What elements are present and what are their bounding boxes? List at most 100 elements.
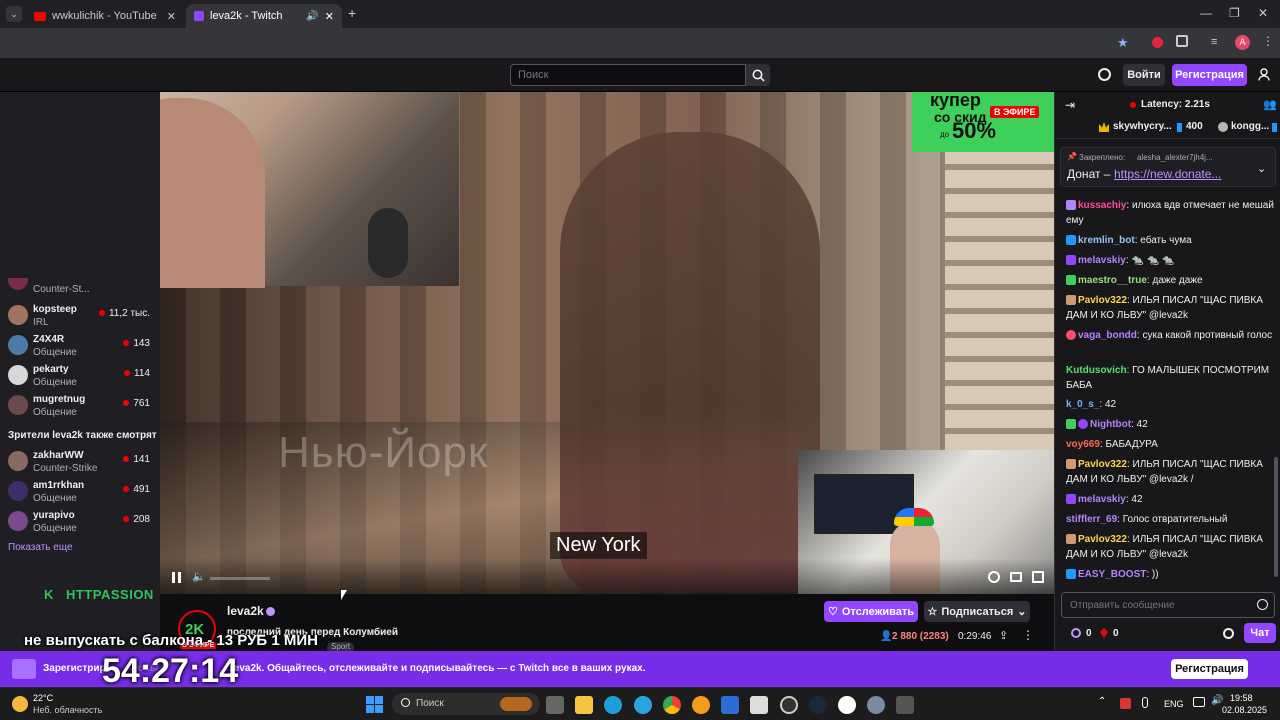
- prime-crown-icon[interactable]: [1098, 68, 1111, 81]
- search-icon: [752, 69, 765, 82]
- microphone-icon[interactable]: [1142, 697, 1148, 708]
- app-icon-doc[interactable]: [750, 696, 768, 714]
- banner-signup-button[interactable]: Регистрация: [1171, 659, 1248, 679]
- chat-username[interactable]: stifflerr_69: [1066, 514, 1117, 525]
- profile-avatar[interactable]: A: [1235, 35, 1250, 50]
- chat-settings-icon[interactable]: [1223, 628, 1234, 639]
- chat-username[interactable]: Pavlov322: [1078, 295, 1127, 306]
- bookmark-star-icon[interactable]: ★: [1117, 35, 1129, 51]
- tray-app-icon[interactable]: [1120, 698, 1131, 709]
- taskbar-search[interactable]: Поиск: [392, 693, 540, 715]
- app-icon-chart[interactable]: [721, 696, 739, 714]
- extension-red-icon[interactable]: [1152, 37, 1163, 48]
- leaderboard-name[interactable]: skywhycry...: [1113, 121, 1172, 132]
- chat-username[interactable]: melavskiy: [1078, 255, 1126, 266]
- volume-icon[interactable]: 🔈: [192, 570, 206, 583]
- chat-username[interactable]: Nightbot: [1090, 419, 1131, 430]
- user-menu-icon[interactable]: [1258, 68, 1270, 81]
- chat-username[interactable]: maestro__true: [1078, 275, 1147, 286]
- app-icon-obs[interactable]: [780, 696, 798, 714]
- streamer-name[interactable]: leva2k: [227, 604, 264, 618]
- chat-username[interactable]: Kutdusovich: [1066, 365, 1127, 376]
- yandex-icon[interactable]: [838, 696, 856, 714]
- network-icon[interactable]: [1193, 697, 1205, 707]
- chat-send-button[interactable]: Чат: [1244, 623, 1276, 643]
- clock-time[interactable]: 19:58: [1230, 693, 1253, 703]
- sidebar-channel[interactable]: yurapivo Общение 208: [8, 508, 158, 536]
- chat-text: Голос отвратительный: [1122, 514, 1228, 525]
- emote-picker-icon[interactable]: [1257, 599, 1268, 610]
- chat-username[interactable]: Pavlov322: [1078, 534, 1127, 545]
- app-icon-orange[interactable]: [692, 696, 710, 714]
- show-more-link[interactable]: Показать еще: [8, 542, 73, 553]
- search-input[interactable]: [510, 64, 746, 86]
- share-icon[interactable]: ⇪: [999, 629, 1008, 642]
- media-control-icon[interactable]: ≡: [1211, 36, 1217, 48]
- chevron-down-icon[interactable]: ⌄: [1257, 162, 1266, 175]
- volume-slider[interactable]: [210, 577, 270, 580]
- tab-twitch[interactable]: leva2k - Twitch 🔊 ✕: [186, 4, 342, 28]
- chat-input[interactable]: [1061, 592, 1275, 618]
- steam-icon[interactable]: [809, 696, 827, 714]
- sidebar-channel[interactable]: Z4X4R Общение 143: [8, 332, 158, 360]
- login-button[interactable]: Войти: [1123, 64, 1165, 86]
- leaderboard-name[interactable]: kongg...: [1231, 121, 1269, 132]
- community-icon[interactable]: 👥: [1263, 98, 1277, 111]
- minimize-icon[interactable]: —: [1200, 6, 1212, 20]
- tab-youtube[interactable]: wwkulichik - YouTube ✕: [26, 4, 184, 28]
- close-window-icon[interactable]: ✕: [1258, 6, 1268, 20]
- chat-username[interactable]: kremlin_bot: [1078, 235, 1135, 246]
- channel-points-icon[interactable]: [1071, 628, 1081, 638]
- settings-icon[interactable]: [988, 571, 1000, 583]
- sidebar-item-partial[interactable]: Counter-St...: [8, 278, 158, 298]
- signup-button[interactable]: Регистрация: [1172, 64, 1247, 86]
- avatar: [8, 305, 28, 325]
- chat-username[interactable]: k_0_s_: [1066, 399, 1099, 410]
- subscribe-button[interactable]: ☆ Подписаться ⌄: [924, 601, 1030, 622]
- new-tab-button[interactable]: +: [348, 5, 356, 21]
- bits-balance-icon[interactable]: [1100, 628, 1108, 638]
- weather-icon[interactable]: [12, 696, 28, 712]
- speaker-icon[interactable]: 🔊: [306, 11, 318, 22]
- collapse-chat-icon[interactable]: ⇥: [1065, 98, 1075, 112]
- theatre-mode-icon[interactable]: [1010, 572, 1022, 582]
- chat-username[interactable]: Pavlov322: [1078, 459, 1127, 470]
- video-player[interactable]: купер со скид до 50% В ЭФИРЕ Нью-Йорк Ne…: [160, 92, 1054, 594]
- sidebar-channel[interactable]: am1rrkhan Общение 491: [8, 478, 158, 506]
- tray-chevron-icon[interactable]: ⌃: [1098, 696, 1106, 707]
- pinned-link[interactable]: https://new.donate...: [1114, 167, 1221, 181]
- language-indicator[interactable]: ENG: [1164, 699, 1184, 709]
- task-view-icon[interactable]: [546, 696, 564, 714]
- browser-menu-icon[interactable]: ⋮: [1262, 34, 1274, 48]
- start-button[interactable]: [366, 696, 383, 713]
- search-button[interactable]: [746, 64, 770, 86]
- maximize-icon[interactable]: ❐: [1229, 6, 1240, 20]
- tab-list-dropdown[interactable]: ⌄: [6, 6, 22, 22]
- more-options-icon[interactable]: ⋮: [1022, 628, 1034, 642]
- chat-username[interactable]: voy669: [1066, 439, 1100, 450]
- close-icon[interactable]: ✕: [167, 10, 176, 23]
- sidebar-channel[interactable]: zakharWW Counter-Strike 141: [8, 448, 158, 476]
- edge-icon[interactable]: [604, 696, 622, 714]
- follow-button[interactable]: ♡ Отслеживать: [824, 601, 918, 622]
- chat-username[interactable]: vaga_bondd: [1078, 330, 1137, 341]
- pinned-message[interactable]: 📌 Закреплено: alesha_alexter7jh4j... Дон…: [1060, 147, 1276, 187]
- clock-date[interactable]: 02.08.2025: [1222, 705, 1267, 715]
- chat-username[interactable]: EASY_BOOST: [1078, 569, 1146, 580]
- live-dot-icon: [1130, 102, 1136, 108]
- file-explorer-icon[interactable]: [575, 696, 593, 714]
- sidebar-channel[interactable]: kopsteep IRL 11,2 тыс.: [8, 302, 158, 330]
- extensions-puzzle-icon[interactable]: [1176, 35, 1188, 47]
- chat-username[interactable]: melavskiy: [1078, 494, 1126, 505]
- chat-username[interactable]: kussachiy: [1078, 200, 1126, 211]
- calculator-icon[interactable]: [896, 696, 914, 714]
- close-icon[interactable]: ✕: [325, 10, 334, 23]
- sidebar-channel[interactable]: mugretnug Общение 761: [8, 392, 158, 420]
- pause-icon[interactable]: [172, 572, 181, 583]
- chrome-icon[interactable]: [663, 696, 681, 714]
- chat-scrollbar[interactable]: [1274, 457, 1278, 577]
- sidebar-channel[interactable]: pekarty Общение 114: [8, 362, 158, 390]
- fullscreen-icon[interactable]: [1032, 571, 1044, 583]
- settings-icon[interactable]: [867, 696, 885, 714]
- telegram-icon[interactable]: [634, 696, 652, 714]
